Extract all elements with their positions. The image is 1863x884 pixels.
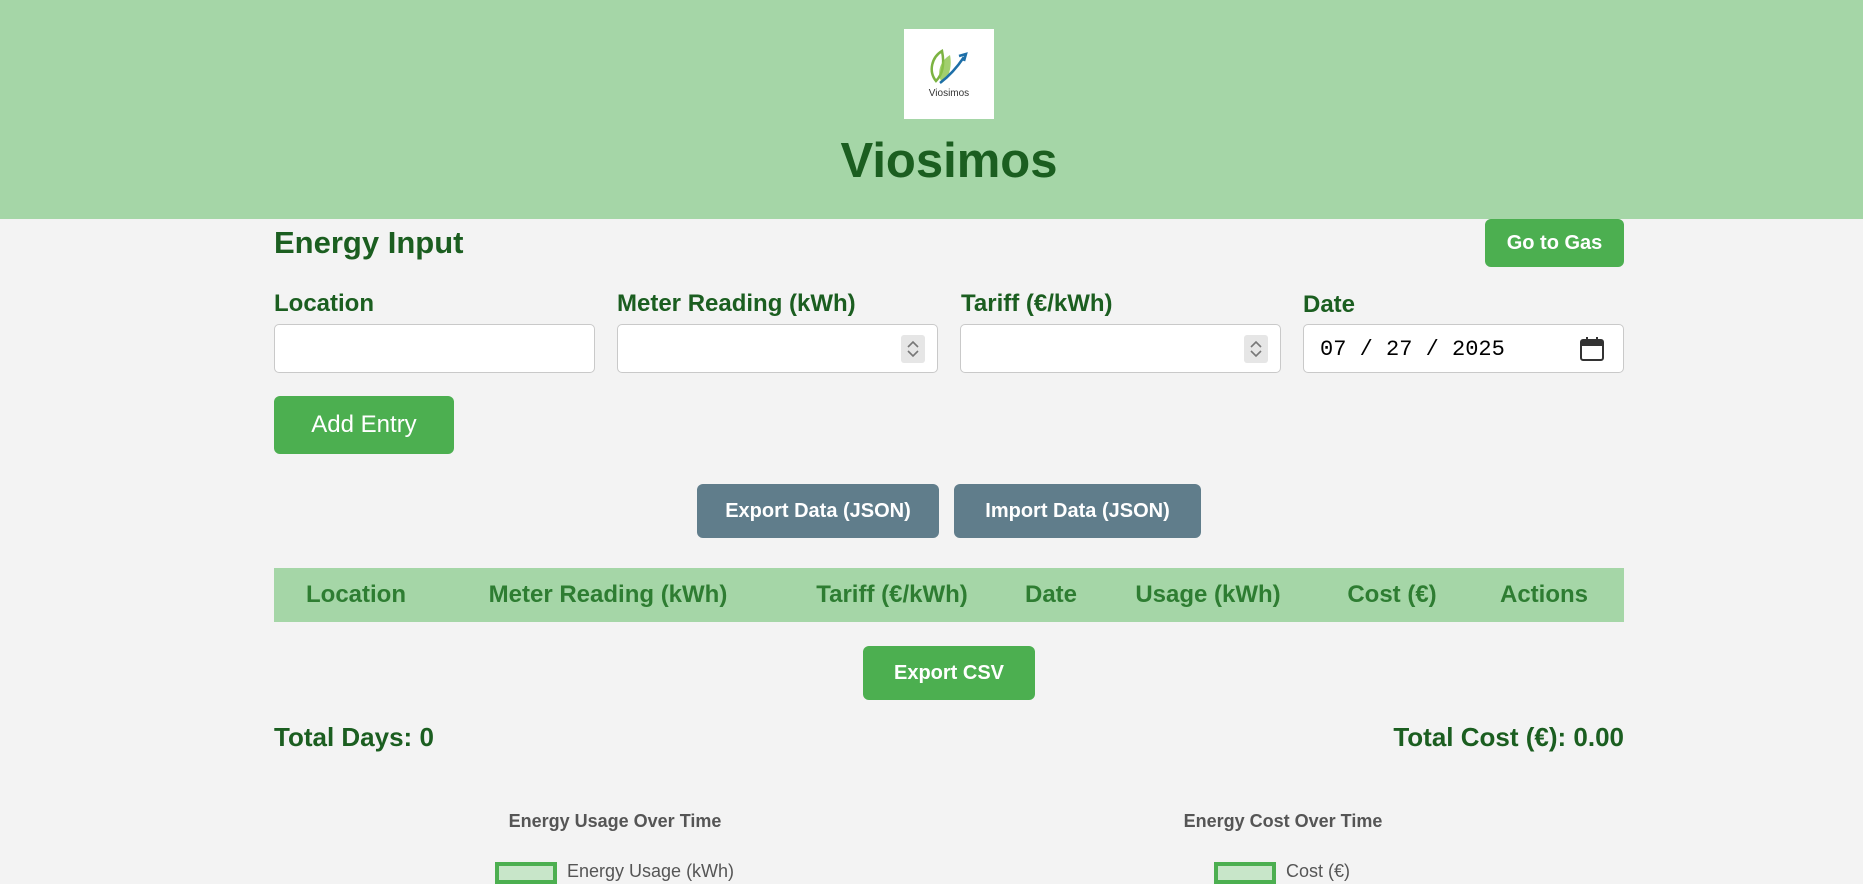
column-header-location: Location [306, 581, 406, 608]
usage-legend-label: Energy Usage (kWh) [567, 861, 735, 881]
spinner-icon [1250, 340, 1262, 358]
site-title: Viosimos [840, 134, 1058, 188]
meter-spinner-icon[interactable] [901, 335, 925, 363]
export-csv-button[interactable]: Export CSV [863, 646, 1035, 700]
spinner-icon [907, 340, 919, 358]
calendar-icon[interactable] [1579, 336, 1605, 362]
column-header-cost: Cost (€) [1347, 581, 1437, 608]
entries-table-header: Location Meter Reading (kWh) Tariff (€/k… [274, 568, 1624, 622]
brand-logo: Viosimos [904, 29, 994, 119]
date-input[interactable]: 07 / 27 / 2025 [1303, 324, 1624, 373]
location-label: Location [274, 290, 374, 317]
column-header-usage: Usage (kWh) [1135, 581, 1281, 608]
total-days: Total Days: 0 [274, 722, 434, 752]
tariff-spinner-icon[interactable] [1244, 335, 1268, 363]
usage-legend-swatch[interactable] [495, 862, 557, 884]
add-entry-button[interactable]: Add Entry [274, 396, 454, 454]
meter-reading-input[interactable] [617, 324, 938, 373]
cost-legend-swatch[interactable] [1214, 862, 1276, 884]
logo-text: Viosimos [928, 88, 970, 99]
date-label: Date [1303, 291, 1356, 318]
import-json-button[interactable]: Import Data (JSON) [954, 484, 1201, 538]
total-cost: Total Cost (€): 0.00 [1393, 722, 1624, 752]
column-header-meter-reading: Meter Reading (kWh) [488, 581, 728, 608]
usage-chart-title: Energy Usage Over Time [508, 811, 722, 831]
tariff-input[interactable] [960, 324, 1281, 373]
go-to-gas-button[interactable]: Go to Gas [1485, 219, 1624, 267]
tariff-label: Tariff (€/kWh) [961, 290, 1113, 317]
export-json-button[interactable]: Export Data (JSON) [697, 484, 939, 538]
location-input[interactable] [274, 324, 595, 373]
cost-legend-label: Cost (€) [1286, 861, 1351, 881]
leaf-logo-icon [930, 49, 968, 84]
column-header-tariff: Tariff (€/kWh) [816, 581, 968, 608]
site-header: Viosimos Viosimos [0, 0, 1863, 219]
column-header-date: Date [1024, 581, 1078, 608]
date-value: 07 / 27 / 2025 [1320, 337, 1505, 362]
column-header-actions: Actions [1499, 581, 1588, 608]
section-title: Energy Input [274, 225, 464, 260]
cost-chart-title: Energy Cost Over Time [1183, 811, 1383, 831]
meter-reading-label: Meter Reading (kWh) [617, 290, 856, 317]
